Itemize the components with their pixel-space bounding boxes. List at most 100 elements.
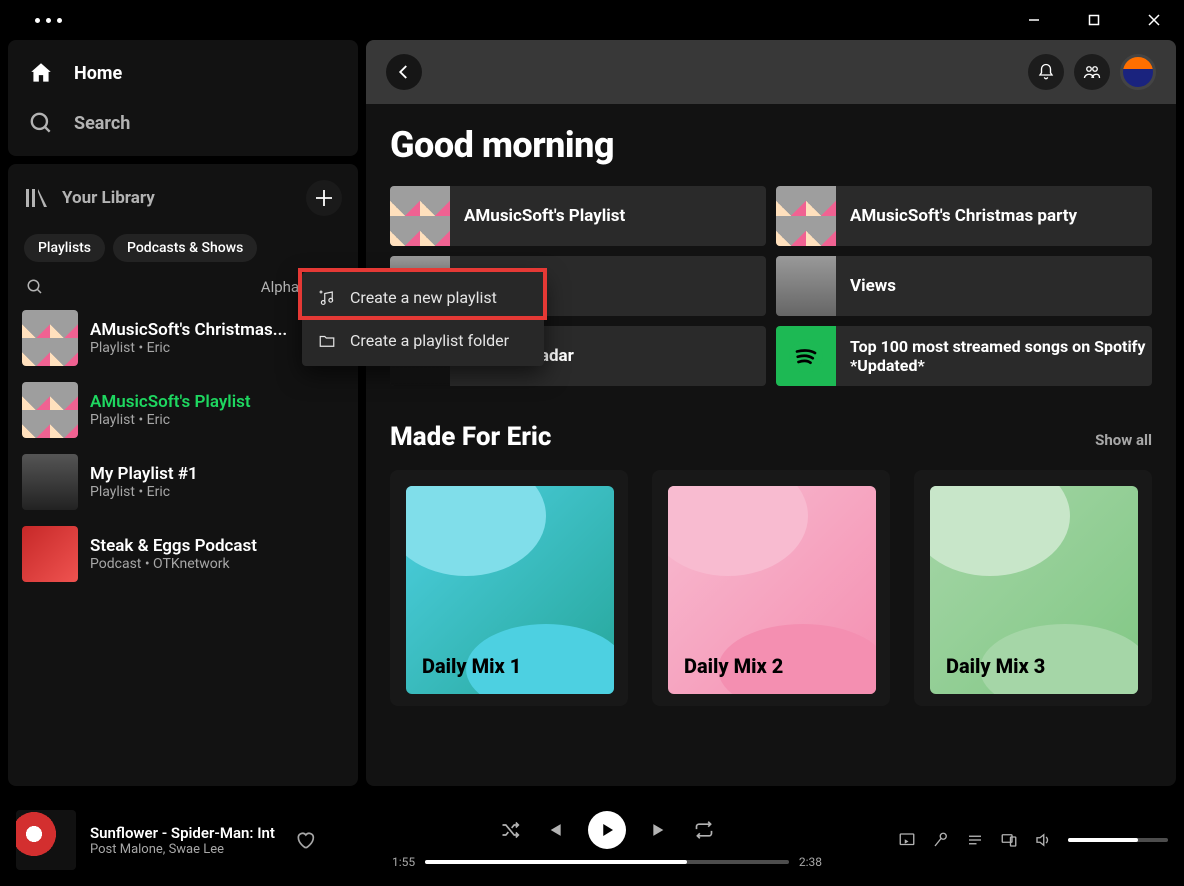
mix-label: Daily Mix 3 [946, 654, 1045, 678]
library-item-subtitle: Playlist • Eric [90, 340, 287, 356]
library-item-subtitle: Podcast • OTKnetwork [90, 556, 257, 572]
queue-button[interactable] [966, 831, 984, 849]
menu-create-folder[interactable]: Create a playlist folder [306, 319, 540, 362]
bell-icon [1037, 63, 1055, 81]
library-item-subtitle: Playlist • Eric [90, 412, 251, 428]
nav-search[interactable]: Search [8, 98, 358, 148]
mix-label: Daily Mix 1 [422, 654, 521, 678]
nav-home[interactable]: Home [8, 48, 358, 98]
now-playing-view-icon [898, 831, 916, 849]
playlist-cover [22, 382, 78, 438]
library-item-title: AMusicSoft's Playlist [90, 392, 251, 412]
library-item[interactable]: Steak & Eggs Podcast Podcast • OTKnetwor… [8, 518, 358, 590]
menu-item-label: Create a playlist folder [350, 331, 509, 350]
shortcut-card[interactable]: AMusicSoft's Playlist [390, 186, 766, 246]
volume-bar[interactable] [1068, 838, 1168, 842]
card-cover [776, 256, 836, 316]
library-icon [24, 186, 48, 210]
library-item[interactable]: AMusicSoft's Playlist Playlist • Eric [8, 374, 358, 446]
mix-artwork: Daily Mix 3 [930, 486, 1138, 694]
app-menu-dots[interactable] [10, 18, 62, 23]
daily-mix-card[interactable]: Daily Mix 3 [914, 470, 1152, 706]
shuffle-button[interactable] [500, 820, 520, 840]
microphone-icon [932, 831, 950, 849]
mix-artwork: Daily Mix 2 [668, 486, 876, 694]
library-search-icon[interactable] [26, 278, 44, 296]
devices-button[interactable] [1000, 831, 1018, 849]
now-playing-title[interactable]: Sunflower - Spider-Man: Int [90, 824, 275, 842]
play-icon [598, 821, 616, 839]
greeting-heading: Good morning [390, 124, 1152, 166]
sidebar-nav: Home Search [8, 40, 358, 156]
lyrics-button[interactable] [932, 831, 950, 849]
volume-icon [1034, 831, 1052, 849]
shuffle-icon [500, 820, 520, 840]
close-button[interactable] [1134, 5, 1174, 35]
create-context-menu: Create a new playlist Create a playlist … [302, 272, 544, 366]
nav-home-label: Home [74, 63, 122, 84]
volume-fill [1068, 838, 1138, 842]
show-all-link[interactable]: Show all [1095, 431, 1152, 449]
create-button[interactable] [306, 180, 342, 216]
next-button[interactable] [650, 820, 670, 840]
like-button[interactable] [295, 830, 315, 850]
duration-time: 2:38 [799, 855, 822, 869]
search-icon [28, 110, 54, 136]
menu-create-playlist[interactable]: Create a new playlist [306, 276, 540, 319]
daily-mix-card[interactable]: Daily Mix 2 [652, 470, 890, 706]
mix-label: Daily Mix 2 [684, 654, 783, 678]
now-playing-view-button[interactable] [898, 831, 916, 849]
user-avatar[interactable] [1120, 54, 1156, 90]
minimize-button[interactable] [1014, 5, 1054, 35]
card-title: AMusicSoft's Playlist [464, 206, 625, 226]
heart-icon [295, 830, 315, 850]
folder-icon [318, 332, 336, 350]
sidebar-library: Your Library Playlists Podcasts & Shows … [8, 164, 358, 786]
card-cover [776, 186, 836, 246]
elapsed-time: 1:55 [392, 855, 415, 869]
daily-mix-card[interactable]: Daily Mix 1 [390, 470, 628, 706]
library-header[interactable]: Your Library [24, 186, 155, 210]
player-bar: Sunflower - Spider-Man: Int Post Malone,… [0, 794, 1184, 886]
card-title: AMusicSoft's Christmas party [850, 206, 1077, 226]
back-button[interactable] [386, 54, 422, 90]
spotify-icon [788, 338, 824, 374]
music-note-plus-icon [318, 289, 336, 307]
nav-search-label: Search [74, 113, 130, 134]
library-item[interactable]: My Playlist #1 Playlist • Eric [8, 446, 358, 518]
section-title: Made For Eric [390, 422, 551, 452]
playlist-cover [22, 454, 78, 510]
card-title: Top 100 most streamed songs on Spotify *… [850, 337, 1152, 375]
now-playing-artist[interactable]: Post Malone, Swae Lee [90, 842, 275, 857]
devices-icon [1000, 831, 1018, 849]
repeat-button[interactable] [694, 820, 714, 840]
library-item-title: AMusicSoft's Christmas... [90, 320, 287, 340]
progress-bar[interactable] [425, 860, 789, 864]
previous-button[interactable] [544, 820, 564, 840]
menu-item-label: Create a new playlist [350, 288, 497, 307]
skip-back-icon [544, 820, 564, 840]
playlist-cover [22, 310, 78, 366]
people-icon [1083, 63, 1101, 81]
card-title: Views [850, 276, 896, 296]
home-icon [28, 60, 54, 86]
maximize-button[interactable] [1074, 5, 1114, 35]
now-playing-cover[interactable] [16, 810, 76, 870]
chip-playlists[interactable]: Playlists [24, 234, 105, 262]
volume-button[interactable] [1034, 831, 1052, 849]
notifications-button[interactable] [1028, 54, 1064, 90]
library-label: Your Library [62, 188, 155, 208]
play-button[interactable] [588, 811, 626, 849]
card-cover [776, 326, 836, 386]
chip-podcasts[interactable]: Podcasts & Shows [113, 234, 257, 262]
shortcut-card[interactable]: Top 100 most streamed songs on Spotify *… [776, 326, 1152, 386]
library-item-title: My Playlist #1 [90, 464, 198, 484]
window-titlebar [0, 0, 1184, 40]
shortcut-card[interactable]: Views [776, 256, 1152, 316]
podcast-cover [22, 526, 78, 582]
queue-icon [966, 831, 984, 849]
card-cover [390, 186, 450, 246]
friends-button[interactable] [1074, 54, 1110, 90]
plus-icon [315, 189, 333, 207]
shortcut-card[interactable]: AMusicSoft's Christmas party [776, 186, 1152, 246]
